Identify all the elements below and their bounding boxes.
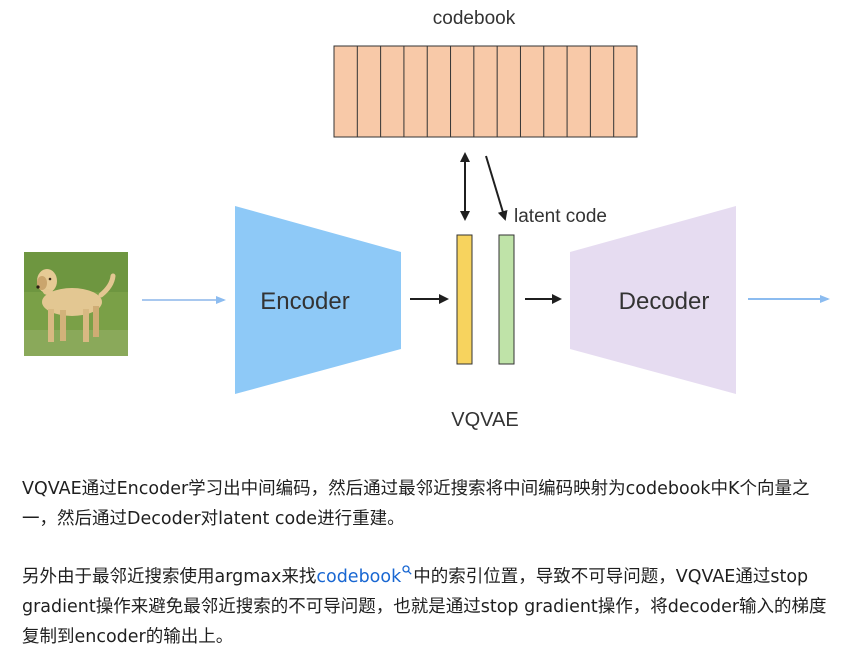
encoder-output-bar [456,234,473,365]
description-paragraph-1: VQVAE通过Encoder学习出中间编码，然后通过最邻近搜索将中间编码映射为c… [22,479,810,529]
latent-code-label: latent code [514,206,607,227]
decoder-label: Decoder [619,288,710,315]
latent-code-bar [498,234,515,365]
codebook-block [333,45,638,138]
model-label: VQVAE [451,409,518,431]
vqvae-diagram: codebook Encoder latent code Decoder VQV… [24,8,830,431]
codebook-label: codebook [433,8,516,29]
codebook-background [333,45,638,138]
paragraph-2-before-link: 另外由于最邻近搜索使用argmax来找 [22,567,317,587]
codebook-link[interactable]: codebook [316,567,401,587]
dog-photo [24,252,128,356]
description-paragraph-2: 另外由于最邻近搜索使用argmax来找codebook 中的索引位置，导致不可导问… [22,562,834,652]
search-icon[interactable] [402,565,412,575]
codebook-to-latent-arrow [485,155,508,221]
encoder-label: Encoder [260,288,349,315]
